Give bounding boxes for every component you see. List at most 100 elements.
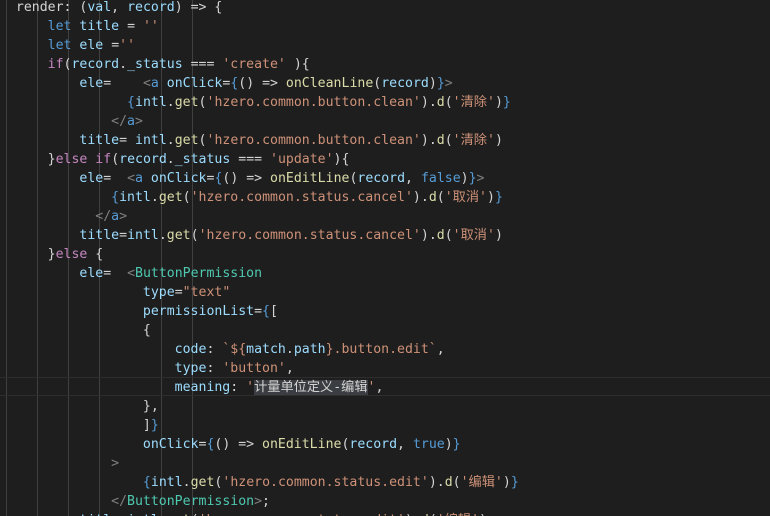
code-token: ).	[420, 228, 437, 243]
code-token: '取消'	[444, 190, 487, 205]
code-token: =	[119, 133, 135, 148]
code-token: ,	[436, 342, 445, 357]
code-token: >	[135, 114, 143, 129]
code-token: ButtonPermission	[127, 494, 255, 509]
code-line[interactable]: >	[0, 454, 119, 473]
code-token: a	[135, 171, 143, 186]
code-token: get	[174, 95, 199, 110]
code-token: _status	[127, 57, 183, 72]
code-token: 'update'	[270, 152, 334, 167]
code-token: </	[111, 494, 128, 509]
code-line[interactable]: type="text"	[0, 283, 230, 302]
code-token: ,	[111, 0, 128, 15]
code-token: }	[436, 76, 445, 91]
code-line[interactable]: {intl.get('hzero.common.button.clean').d…	[0, 93, 511, 112]
code-token: get	[174, 133, 199, 148]
code-line[interactable]: </ButtonPermission>;	[0, 492, 270, 511]
code-token: record	[381, 76, 429, 91]
code-token: {	[142, 475, 151, 490]
code-token: >	[111, 456, 120, 471]
code-line[interactable]: title=intl.get('hzero.common.status.edit…	[0, 511, 487, 516]
code-editor[interactable]: render: (val, record) => { let title = '…	[0, 0, 770, 516]
code-line[interactable]: title=intl.get('hzero.common.status.canc…	[0, 226, 502, 245]
code-token: .	[150, 190, 159, 205]
code-token: ,	[397, 437, 413, 452]
code-line[interactable]: },	[0, 397, 159, 416]
code-token: 计量单位定义-编辑	[254, 380, 368, 395]
code-line[interactable]: meaning: '计量单位定义-编辑',	[0, 378, 383, 397]
code-token: ){	[285, 57, 310, 72]
code-token: intl	[127, 228, 159, 243]
code-line[interactable]: type: 'button',	[0, 359, 294, 378]
code-token: if	[95, 152, 112, 167]
code-line[interactable]: </a>	[0, 112, 143, 131]
code-token: record	[119, 152, 167, 167]
code-token: (	[198, 95, 207, 110]
code-token: true	[412, 437, 445, 452]
code-token: =	[174, 285, 183, 300]
code-line[interactable]: title= intl.get('hzero.common.button.cle…	[0, 131, 502, 150]
code-line[interactable]: ]}	[0, 416, 159, 435]
code-line[interactable]: ele= <ButtonPermission	[0, 264, 262, 283]
code-line[interactable]: permissionList={[	[0, 302, 278, 321]
code-token: ButtonPermission	[135, 266, 263, 281]
code-token: </	[111, 114, 128, 129]
code-token: )	[486, 190, 495, 205]
code-line[interactable]: if(record._status === 'create' ){	[0, 55, 310, 74]
code-token: a	[111, 209, 120, 224]
code-line[interactable]: ele= <a onClick={() => onCleanLine(recor…	[0, 74, 452, 93]
code-line[interactable]: {	[0, 321, 151, 340]
code-line[interactable]: code: `${match.path}.button.edit`,	[0, 340, 445, 359]
code-token: title	[79, 228, 120, 243]
code-token: <	[127, 266, 136, 281]
code-token: ,	[405, 171, 421, 186]
code-token: }.button.edit`	[325, 342, 437, 357]
code-token: '	[367, 380, 376, 395]
code-token: 'hzero.common.button.clean'	[206, 133, 421, 148]
code-token: a	[150, 76, 159, 91]
code-token: (	[190, 228, 199, 243]
code-line[interactable]: }else {	[0, 245, 104, 264]
code-token: 'hzero.common.status.edit'	[222, 475, 429, 490]
code-token: ,	[285, 361, 294, 376]
code-line[interactable]: </a>	[0, 207, 127, 226]
code-token: '清除'	[452, 133, 495, 148]
code-token: meaning	[174, 380, 231, 395]
code-token: type	[142, 285, 175, 300]
code-token: permissionList	[142, 304, 255, 319]
code-token: let	[47, 38, 72, 53]
code-line[interactable]: onClick={() => onEditLine(record, true)}	[0, 435, 461, 454]
code-token: =	[119, 228, 128, 243]
code-line[interactable]: render: (val, record) => {	[0, 0, 222, 17]
code-token: }	[502, 95, 511, 110]
code-token: a	[127, 114, 135, 129]
code-token: (	[182, 190, 191, 205]
code-token: '	[246, 380, 255, 395]
code-token: ele	[79, 171, 104, 186]
code-line[interactable]: let ele =''	[0, 36, 135, 55]
code-token: ).	[420, 95, 437, 110]
code-line[interactable]: ele= <a onClick={() => onEditLine(record…	[0, 169, 484, 188]
code-token: )	[460, 171, 469, 186]
code-token: () =>	[222, 171, 271, 186]
code-token: record	[357, 171, 406, 186]
code-line[interactable]: {intl.get('hzero.common.status.cancel').…	[0, 188, 503, 207]
code-line[interactable]: let title = ''	[0, 17, 159, 36]
code-line[interactable]: {intl.get('hzero.common.status.edit').d(…	[0, 473, 519, 492]
code-line[interactable]: }else if(record._status === 'update'){	[0, 150, 350, 169]
code-token: title	[79, 19, 120, 34]
code-token: <	[142, 76, 151, 91]
code-token: =	[103, 76, 143, 91]
code-token: (	[436, 190, 445, 205]
